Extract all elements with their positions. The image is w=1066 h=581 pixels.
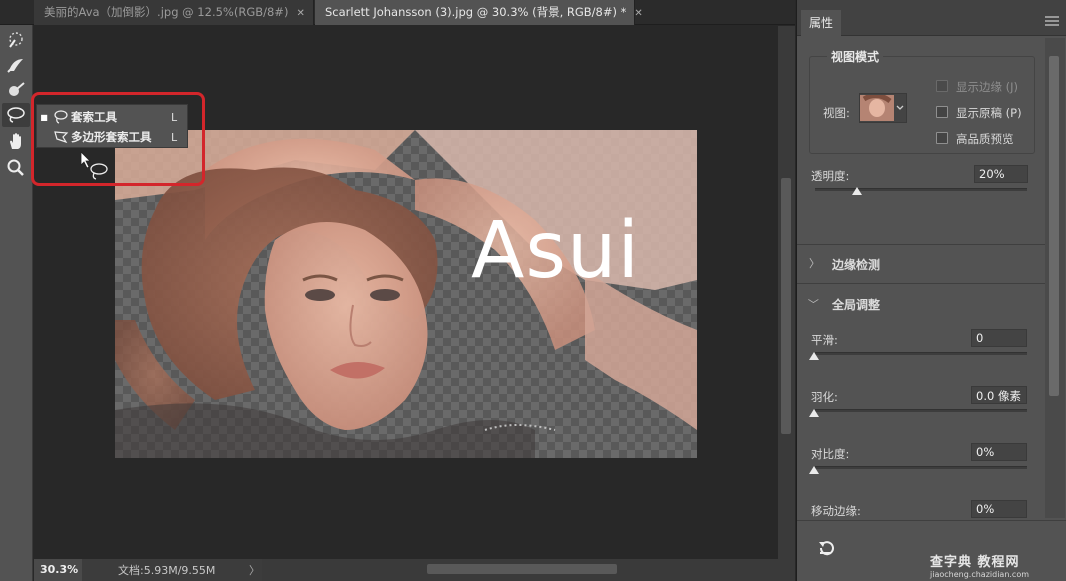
opacity-field[interactable]: 20% <box>974 165 1028 183</box>
feather-label: 羽化: <box>811 390 838 404</box>
contrast-field[interactable]: 0% <box>971 443 1027 461</box>
chevron-down-icon <box>896 105 904 110</box>
view-thumbnail <box>860 95 894 121</box>
view-label: 视图: <box>823 106 850 120</box>
zoom-level[interactable]: 30.3% <box>34 559 82 581</box>
contrast-label: 对比度: <box>811 447 850 461</box>
shift-edge-label: 移动边缘: <box>811 504 861 518</box>
select-brush-tool[interactable] <box>2 53 30 77</box>
document-size: 文档:5.93M/9.55M <box>118 564 216 577</box>
hand-tool[interactable] <box>2 129 30 153</box>
hand-icon <box>10 133 21 149</box>
panel-menu-icon[interactable] <box>1045 16 1059 26</box>
zoom-icon <box>7 159 24 176</box>
opacity-slider-track[interactable] <box>815 188 1027 191</box>
opacity-label: 透明度: <box>811 169 850 183</box>
zoom-tool[interactable] <box>2 156 30 180</box>
edge-detection-header[interactable]: 边缘检测 <box>832 256 880 273</box>
overlay-text: Asui <box>471 206 641 296</box>
view-mode-dropdown[interactable] <box>859 93 907 123</box>
refine-edge-brush-icon <box>9 82 25 96</box>
select-brush-icon <box>7 59 23 73</box>
quick-selection-tool[interactable] <box>2 28 30 52</box>
document-tab-bar: 美丽的Ava（加倒影）.jpg @ 12.5%(RGB/8#) ✕ Scarlet… <box>0 0 795 25</box>
watermark-line1: 查字典 教程网 <box>930 555 1020 570</box>
panel-scrollbar[interactable] <box>1045 38 1065 518</box>
show-original-checkbox[interactable] <box>936 106 948 118</box>
quick-selection-icon <box>9 32 23 48</box>
canvas-horizontal-scrollbar[interactable] <box>262 559 795 581</box>
shift-edge-field[interactable]: 0% <box>971 500 1027 518</box>
canvas-vertical-scrollbar[interactable] <box>778 26 795 559</box>
watermark-line2: jiaocheng.chazidian.com <box>930 570 1030 579</box>
close-icon[interactable]: ✕ <box>296 8 304 19</box>
status-bar: 30.3% 文档:5.93M/9.55M 〉 <box>34 559 262 581</box>
contrast-slider-track[interactable] <box>815 466 1027 469</box>
divider <box>797 283 1045 284</box>
panel-footer: 查字典 教程网 jiaocheng.chazidian.com <box>797 520 1066 581</box>
chevron-right-icon[interactable]: 〉 <box>809 255 820 271</box>
feather-field[interactable]: 0.0 像素 <box>971 386 1027 404</box>
opacity-slider-thumb[interactable] <box>852 187 863 195</box>
watermark: 查字典 教程网 jiaocheng.chazidian.com <box>930 551 1060 579</box>
properties-panel: 属性 视图模式 视图: 显示边缘 (J) 显示原稿 (P) 高品质预览 透明度:… <box>796 0 1066 581</box>
status-menu-arrow-icon[interactable]: 〉 <box>249 562 260 578</box>
lasso-tool[interactable] <box>2 103 30 127</box>
tab-label: Scarlett Johansson (3).jpg @ 30.3% (背景, … <box>325 5 627 19</box>
tab-ava[interactable]: 美丽的Ava（加倒影）.jpg @ 12.5%(RGB/8#) ✕ <box>34 0 314 25</box>
divider <box>797 244 1045 245</box>
panel-tab-bar: 属性 <box>797 0 1066 36</box>
close-icon[interactable]: ✕ <box>634 8 642 19</box>
scroll-thumb[interactable] <box>1049 56 1059 396</box>
show-edge-label: 显示边缘 (J) <box>956 80 1019 94</box>
feather-slider-thumb[interactable] <box>809 409 819 417</box>
lasso-icon <box>7 107 25 123</box>
show-edge-checkbox[interactable] <box>936 80 948 92</box>
smooth-label: 平滑: <box>811 333 838 347</box>
smooth-slider-track[interactable] <box>815 352 1027 355</box>
scroll-thumb[interactable] <box>427 564 617 574</box>
hq-preview-checkbox[interactable] <box>936 132 948 144</box>
tab-scarlett[interactable]: Scarlett Johansson (3).jpg @ 30.3% (背景, … <box>315 0 643 25</box>
tab-properties[interactable]: 属性 <box>801 10 842 36</box>
contrast-slider-thumb[interactable] <box>809 466 819 474</box>
scroll-thumb[interactable] <box>781 178 791 434</box>
show-original-label: 显示原稿 (P) <box>956 106 1022 120</box>
view-mode-title: 视图模式 <box>827 48 884 65</box>
tools-panel <box>0 25 33 581</box>
feather-slider-track[interactable] <box>815 409 1027 412</box>
smooth-field[interactable]: 0 <box>971 329 1027 347</box>
tab-label: 美丽的Ava（加倒影）.jpg @ 12.5%(RGB/8#) <box>44 5 289 19</box>
highlight-annotation <box>31 92 205 186</box>
chevron-down-icon[interactable]: 〉 <box>806 299 822 310</box>
reset-icon[interactable] <box>817 539 835 557</box>
photoshop-window: 美丽的Ava（加倒影）.jpg @ 12.5%(RGB/8#) ✕ Scarlet… <box>0 0 1066 581</box>
hq-preview-label: 高品质预览 <box>956 132 1014 146</box>
lasso-cursor-icon <box>80 151 112 186</box>
global-adjust-header[interactable]: 全局调整 <box>832 296 880 313</box>
smooth-slider-thumb[interactable] <box>809 352 819 360</box>
refine-edge-brush-tool[interactable] <box>2 78 30 102</box>
